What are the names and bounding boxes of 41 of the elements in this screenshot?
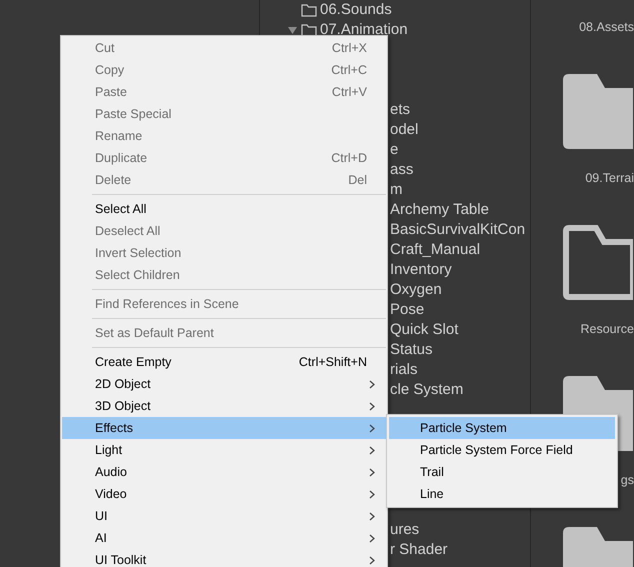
tree-item[interactable]: ets bbox=[390, 100, 410, 120]
menu-item[interactable]: Audio bbox=[62, 461, 386, 483]
menu-item[interactable]: Trail bbox=[389, 461, 615, 483]
tree-item[interactable]: ass bbox=[390, 160, 414, 180]
menu-item[interactable]: AI bbox=[62, 527, 386, 549]
asset-name[interactable]: gs bbox=[620, 473, 634, 487]
menu-item[interactable]: Select All bbox=[62, 198, 386, 220]
folder-name[interactable]: 06.Sounds bbox=[320, 0, 392, 20]
tree-item[interactable]: Status bbox=[390, 340, 433, 360]
tree-item[interactable]: odel bbox=[390, 120, 418, 140]
expand-triangle-icon[interactable] bbox=[288, 26, 297, 34]
menu-item[interactable]: Particle System bbox=[389, 417, 615, 439]
folder-icon[interactable] bbox=[563, 74, 633, 149]
menu-item[interactable]: Particle System Force Field bbox=[389, 439, 615, 461]
tree-item[interactable]: e bbox=[390, 140, 398, 160]
tree-item[interactable]: Quick Slot bbox=[390, 320, 458, 340]
tree-item[interactable]: BasicSurvivalKitCon bbox=[390, 220, 526, 240]
tree-item[interactable]: Inventory bbox=[390, 260, 452, 280]
menu-item[interactable]: 3D Object bbox=[62, 395, 386, 417]
menu-item[interactable]: Video bbox=[62, 483, 386, 505]
asset-name[interactable]: 08.Assets bbox=[579, 20, 634, 34]
tree-item[interactable]: Oxygen bbox=[390, 280, 442, 300]
tree-item[interactable]: ures bbox=[390, 520, 420, 540]
menu-item[interactable]: Effects bbox=[62, 417, 386, 439]
asset-name[interactable]: Resource bbox=[580, 322, 634, 336]
tree-item[interactable]: r Shader bbox=[390, 540, 448, 560]
tree-item[interactable]: m bbox=[390, 180, 402, 200]
asset-name[interactable]: 09.Terrai bbox=[585, 171, 634, 185]
tree-item[interactable]: Pose bbox=[390, 300, 424, 320]
empty-folder-icon[interactable] bbox=[563, 225, 633, 300]
menu-item[interactable]: Create Empty Ctrl+Shift+N bbox=[62, 351, 386, 373]
tree-item[interactable]: Archemy Table bbox=[390, 200, 489, 220]
tree-item[interactable]: Craft_Manual bbox=[390, 240, 480, 260]
folder-icon bbox=[301, 3, 317, 17]
tree-item[interactable]: cle System bbox=[390, 380, 464, 400]
tree-item[interactable]: rials bbox=[390, 360, 418, 380]
menu-item[interactable]: UI bbox=[62, 505, 386, 527]
menu-item[interactable]: Light bbox=[62, 439, 386, 461]
menu-item[interactable]: 2D Object bbox=[62, 373, 386, 395]
menu-item[interactable]: UI Toolkit bbox=[62, 549, 386, 567]
menu-item[interactable]: Line bbox=[389, 483, 615, 505]
